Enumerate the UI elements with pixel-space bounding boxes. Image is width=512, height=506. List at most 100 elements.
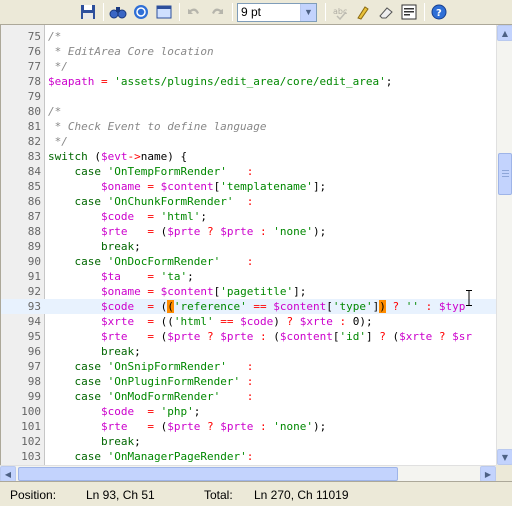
toolbar-separator <box>232 3 233 21</box>
code-line[interactable]: 97 case 'OnSnipFormRender' : <box>1 359 496 374</box>
code-line[interactable]: 84 case 'OnTempFormRender' : <box>1 164 496 179</box>
toolbar-separator <box>424 3 425 21</box>
undo-icon[interactable] <box>184 2 204 22</box>
code-line[interactable]: 83 switch ($evt->name) { <box>1 149 496 164</box>
code-line[interactable]: 90 case 'OnDocFormRender' : <box>1 254 496 269</box>
horizontal-scroll-thumb[interactable] <box>18 467 398 481</box>
code-line[interactable]: 75 /* <box>1 29 496 44</box>
chevron-down-icon[interactable]: ▼ <box>300 3 316 21</box>
line-number: 97 <box>27 360 41 373</box>
scroll-left-icon[interactable]: ◀ <box>0 466 16 482</box>
line-number: 99 <box>27 390 41 403</box>
line-code: * EditArea Core location <box>48 45 214 58</box>
code-line[interactable]: 96 break; <box>1 344 496 359</box>
line-code: case 'OnModFormRender' : <box>74 390 254 403</box>
status-bar: Position: Ln 93, Ch 51 Total: Ln 270, Ch… <box>0 481 512 506</box>
line-code: case 'OnPluginFormRender' : <box>74 375 254 388</box>
code-line[interactable]: 79 <box>1 89 496 104</box>
word-wrap-icon[interactable] <box>399 2 419 22</box>
search-icon[interactable] <box>108 2 128 22</box>
line-number: 76 <box>27 45 41 58</box>
toolbar-separator <box>103 3 104 21</box>
scroll-right-icon[interactable]: ▶ <box>480 466 496 482</box>
line-number: 100 <box>21 405 41 418</box>
line-code: */ <box>48 135 68 148</box>
code-line[interactable]: 80 /* <box>1 104 496 119</box>
line-code: break; <box>100 435 141 448</box>
code-line[interactable]: 94 $xrte = (('html' == $code) ? $xrte : … <box>1 314 496 329</box>
line-number: 92 <box>27 285 41 298</box>
code-line[interactable]: 89 break; <box>1 239 496 254</box>
line-code: case 'OnTempFormRender' : <box>74 165 254 178</box>
line-number: 85 <box>27 180 41 193</box>
toolbar-separator <box>325 3 326 21</box>
line-number: 102 <box>21 435 41 448</box>
line-code: switch ($evt->name) { <box>48 150 188 163</box>
goto-line-icon[interactable] <box>131 2 151 22</box>
line-number: 98 <box>27 375 41 388</box>
line-code: $code = 'php'; <box>100 405 201 418</box>
font-size-select[interactable]: 9 pt ▼ <box>237 2 317 22</box>
code-line[interactable]: 85 $oname = $content['templatename']; <box>1 179 496 194</box>
spellcheck-icon[interactable]: abc <box>330 2 350 22</box>
save-icon[interactable] <box>78 2 98 22</box>
i-beam-cursor-icon <box>466 290 472 306</box>
total-value: Ln 270, Ch 11019 <box>254 488 349 502</box>
code-line[interactable]: 101 $rte = ($prte ? $prte : 'none'); <box>1 419 496 434</box>
svg-text:abc: abc <box>333 7 347 16</box>
code-line[interactable]: 88 $rte = ($prte ? $prte : 'none'); <box>1 224 496 239</box>
line-number: 91 <box>27 270 41 283</box>
help-icon[interactable]: ? <box>429 2 449 22</box>
highlight-icon[interactable] <box>353 2 373 22</box>
editor-toolbar: 9 pt ▼ abc ? <box>0 0 512 25</box>
vertical-scroll-thumb[interactable] <box>498 153 512 195</box>
reset-highlight-icon[interactable] <box>376 2 396 22</box>
code-line[interactable]: 77 */ <box>1 59 496 74</box>
line-code: $oname = $content['templatename']; <box>100 180 327 193</box>
line-code: * Check Event to define language <box>48 120 267 133</box>
position-label: Position: <box>10 488 57 502</box>
line-code: $oname = $content['pagetitle']; <box>100 285 307 298</box>
redo-icon[interactable] <box>207 2 227 22</box>
line-number: 83 <box>27 150 41 163</box>
line-number: 94 <box>27 315 41 328</box>
code-line[interactable]: 95 $rte = ($prte ? $prte : ($content['id… <box>1 329 496 344</box>
scroll-down-icon[interactable]: ▼ <box>497 449 512 465</box>
code-line[interactable]: 86 case 'OnChunkFormRender' : <box>1 194 496 209</box>
toolbar-separator <box>179 3 180 21</box>
horizontal-scrollbar[interactable]: ◀ ▶ <box>0 465 496 482</box>
line-code: $rte = ($prte ? $prte : 'none'); <box>100 420 327 433</box>
code-line[interactable]: 78 $eapath = 'assets/plugins/edit_area/co… <box>1 74 496 89</box>
line-number: 75 <box>27 30 41 43</box>
code-line[interactable]: 93 $code = (('reference' == $content['ty… <box>1 299 496 314</box>
svg-text:?: ? <box>436 8 442 19</box>
line-code: $ta = 'ta'; <box>100 270 194 283</box>
line-code: $rte = ($prte ? $prte : ($content['id'] … <box>100 330 472 343</box>
line-code: $rte = ($prte ? $prte : 'none'); <box>100 225 327 238</box>
code-line[interactable]: 76 * EditArea Core location <box>1 44 496 59</box>
line-number: 86 <box>27 195 41 208</box>
total-label: Total: <box>204 488 233 502</box>
line-number: 82 <box>27 135 41 148</box>
code-line[interactable]: 81 * Check Event to define language <box>1 119 496 134</box>
line-number: 77 <box>27 60 41 73</box>
vertical-scrollbar[interactable]: ▲ ▼ <box>496 25 512 465</box>
font-size-value: 9 pt <box>241 5 262 19</box>
line-number: 87 <box>27 210 41 223</box>
code-line[interactable]: 103 case 'OnManagerPageRender': <box>1 449 496 464</box>
code-line[interactable]: 82 */ <box>1 134 496 149</box>
code-line[interactable]: 87 $code = 'html'; <box>1 209 496 224</box>
scroll-up-icon[interactable]: ▲ <box>497 25 512 41</box>
code-line[interactable]: 91 $ta = 'ta'; <box>1 269 496 284</box>
line-number: 80 <box>27 105 41 118</box>
code-line[interactable]: 100 $code = 'php'; <box>1 404 496 419</box>
line-number: 96 <box>27 345 41 358</box>
code-line[interactable]: 92 $oname = $content['pagetitle']; <box>1 284 496 299</box>
line-number: 88 <box>27 225 41 238</box>
fullscreen-icon[interactable] <box>154 2 174 22</box>
code-line[interactable]: 99 case 'OnModFormRender' : <box>1 389 496 404</box>
code-line[interactable]: 102 break; <box>1 434 496 449</box>
line-number: 81 <box>27 120 41 133</box>
code-line[interactable]: 98 case 'OnPluginFormRender' : <box>1 374 496 389</box>
code-editor[interactable]: 75/* 76 * EditArea Core location 77 */78 $e… <box>0 25 496 465</box>
